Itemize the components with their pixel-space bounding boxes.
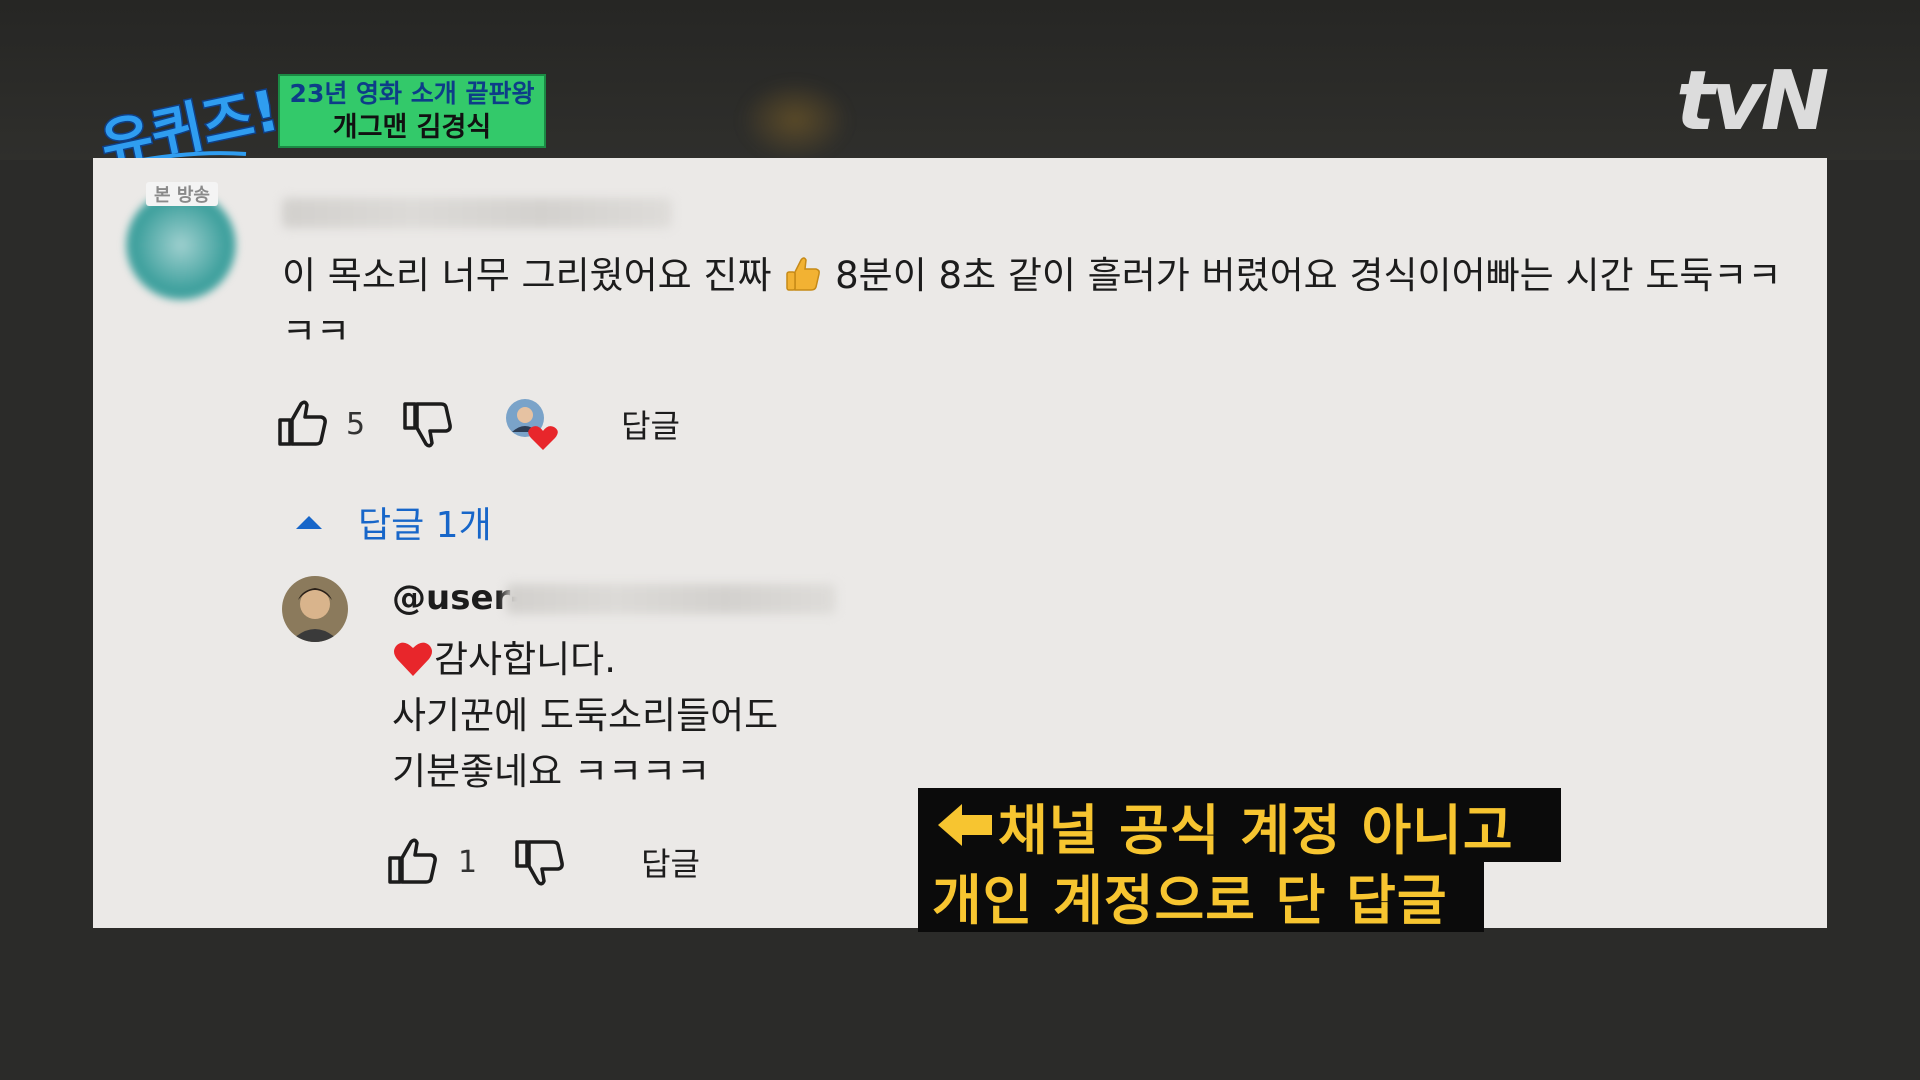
episode-badge: 23년 영화 소개 끝판왕 개그맨 김경식 xyxy=(278,74,546,148)
dislike-icon[interactable] xyxy=(401,396,457,452)
comment-text-part1: 이 목소리 너무 그리웠어요 진짜 xyxy=(282,254,772,297)
caption-line-2-box: 개인 계정으로 단 답글 xyxy=(918,858,1484,932)
like-icon[interactable] xyxy=(276,396,332,452)
badge-line-2: 개그맨 김경식 xyxy=(332,112,492,143)
show-logo: 유퀴즈! xyxy=(96,77,276,170)
broadcast-tag: 본 방송 xyxy=(146,182,218,206)
reply-line-2: 사기꾼에 도둑소리들어도 xyxy=(392,694,779,737)
creator-heart-icon xyxy=(503,396,559,452)
reply-reply-button[interactable]: 답글 xyxy=(641,839,700,885)
reply-actions: 1 답글 xyxy=(386,834,700,890)
badge-line-1: 23년 영화 소개 끝판왕 xyxy=(289,79,535,108)
reply-avatar[interactable] xyxy=(282,576,348,642)
blurred-background xyxy=(740,80,850,160)
reply-dislike-icon[interactable] xyxy=(513,834,569,890)
reply-line-3: 기분좋네요 ㅋㅋㅋㅋ xyxy=(392,750,711,793)
comment-actions: 5 답글 xyxy=(276,396,680,452)
red-heart-emoji-icon xyxy=(394,642,432,676)
arrow-left-icon xyxy=(938,804,992,846)
caption-line-2: 개인 계정으로 단 답글 xyxy=(932,868,1448,932)
reply-like-count: 1 xyxy=(458,844,478,880)
reply-button[interactable]: 답글 xyxy=(621,401,680,447)
blurred-reply-handle xyxy=(506,584,836,614)
caption-line-1: 채널 공식 계정 아니고 xyxy=(998,798,1514,862)
caption-line-1-box: 채널 공식 계정 아니고 xyxy=(918,788,1561,862)
reply-line-1: 감사합니다. xyxy=(434,638,616,681)
replies-toggle-label: 답글 1개 xyxy=(358,505,492,546)
reply-handle[interactable]: @user- xyxy=(392,578,524,618)
comment-text: 이 목소리 너무 그리웠어요 진짜 8분이 8초 같이 흘러가 버렸어요 경식이… xyxy=(282,248,1802,360)
channel-logo: tvN xyxy=(1676,54,1829,149)
chevron-up-icon xyxy=(296,515,322,529)
reply-like-icon[interactable] xyxy=(386,834,442,890)
like-count: 5 xyxy=(346,406,366,442)
thumbs-up-emoji-icon xyxy=(786,257,821,291)
replies-toggle[interactable]: 답글 1개 xyxy=(296,496,492,548)
blurred-author-name xyxy=(282,198,672,228)
reply-text: 감사합니다. 사기꾼에 도둑소리들어도 기분좋네요 ㅋㅋㅋㅋ xyxy=(392,632,778,800)
